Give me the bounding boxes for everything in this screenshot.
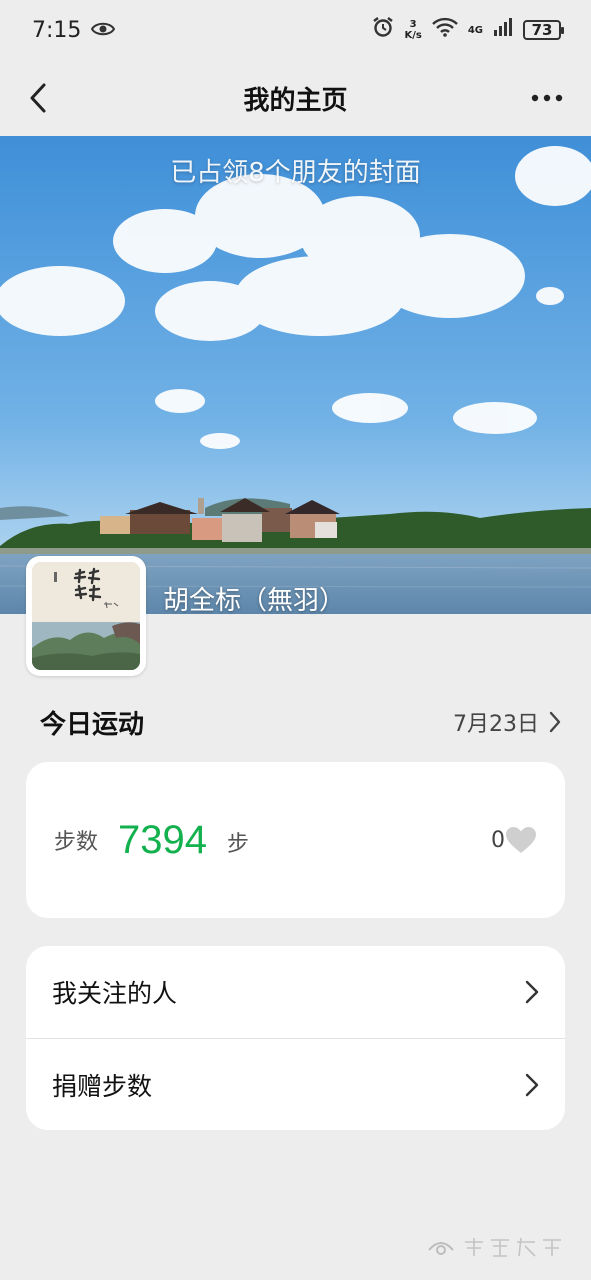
like-button[interactable]: 0 bbox=[491, 826, 537, 854]
wifi-icon bbox=[431, 17, 458, 43]
status-right: 3 K/s 4G 73 bbox=[372, 16, 564, 44]
watermark-logo bbox=[427, 1236, 571, 1258]
status-left: 7:15 bbox=[32, 17, 116, 43]
steps-label: 步数 bbox=[54, 830, 99, 855]
steps-unit: 步 bbox=[227, 832, 250, 857]
watermark-icon bbox=[428, 1242, 454, 1255]
today-date: 7月23日 bbox=[453, 712, 539, 737]
menu-item-following[interactable]: 我关注的人 bbox=[26, 946, 565, 1038]
today-exercise-row: 今日运动 7月23日 bbox=[0, 694, 591, 750]
like-count: 0 bbox=[491, 827, 505, 853]
net-speed: 3 K/s bbox=[404, 19, 421, 41]
chevron-right-icon bbox=[525, 1073, 539, 1097]
avatar[interactable] bbox=[26, 556, 146, 676]
battery-indicator: 73 bbox=[523, 20, 564, 40]
menu-item-label: 我关注的人 bbox=[52, 979, 178, 1008]
net-speed-unit: K/s bbox=[404, 30, 422, 41]
network-type: 4G bbox=[467, 24, 483, 36]
more-dots-icon bbox=[531, 94, 563, 102]
back-button[interactable] bbox=[20, 80, 56, 116]
today-exercise-title: 今日运动 bbox=[40, 709, 145, 740]
alarm-icon bbox=[372, 16, 394, 44]
nav-bar: 我的主页 bbox=[0, 60, 591, 136]
menu-item-label: 捐赠步数 bbox=[52, 1072, 153, 1101]
chevron-right-icon bbox=[549, 711, 561, 733]
cover-landscape-image bbox=[0, 136, 591, 614]
more-button[interactable] bbox=[527, 80, 567, 116]
chevron-left-icon bbox=[30, 83, 46, 113]
page-title: 我的主页 bbox=[243, 85, 348, 116]
menu-card: 我关注的人 捐赠步数 bbox=[26, 946, 565, 1130]
profile-page: 7:15 3 K/s 4G 73 我的主页 已占领8个朋友的封面 胡全标（無羽）… bbox=[0, 0, 591, 1280]
status-bar: 7:15 3 K/s 4G 73 bbox=[0, 0, 591, 60]
date-selector[interactable]: 7月23日 bbox=[453, 706, 561, 738]
chevron-right-icon bbox=[525, 980, 539, 1004]
net-speed-value: 3 bbox=[409, 19, 417, 30]
avatar-book-cover-image bbox=[32, 562, 140, 670]
eye-icon bbox=[91, 18, 116, 43]
signal-icon bbox=[493, 17, 513, 43]
cover-image[interactable] bbox=[0, 136, 591, 614]
heart-icon bbox=[506, 827, 536, 853]
steps-value: 7394 bbox=[118, 817, 207, 862]
steps-card[interactable]: 步数 7394 步 0 bbox=[26, 762, 565, 918]
menu-item-donate-steps[interactable]: 捐赠步数 bbox=[26, 1039, 565, 1130]
user-name: 胡全标（無羽） bbox=[163, 586, 346, 616]
watermark-text-graphic bbox=[465, 1237, 561, 1257]
cover-caption: 已占领8个朋友的封面 bbox=[170, 158, 421, 188]
clock: 7:15 bbox=[32, 17, 82, 43]
